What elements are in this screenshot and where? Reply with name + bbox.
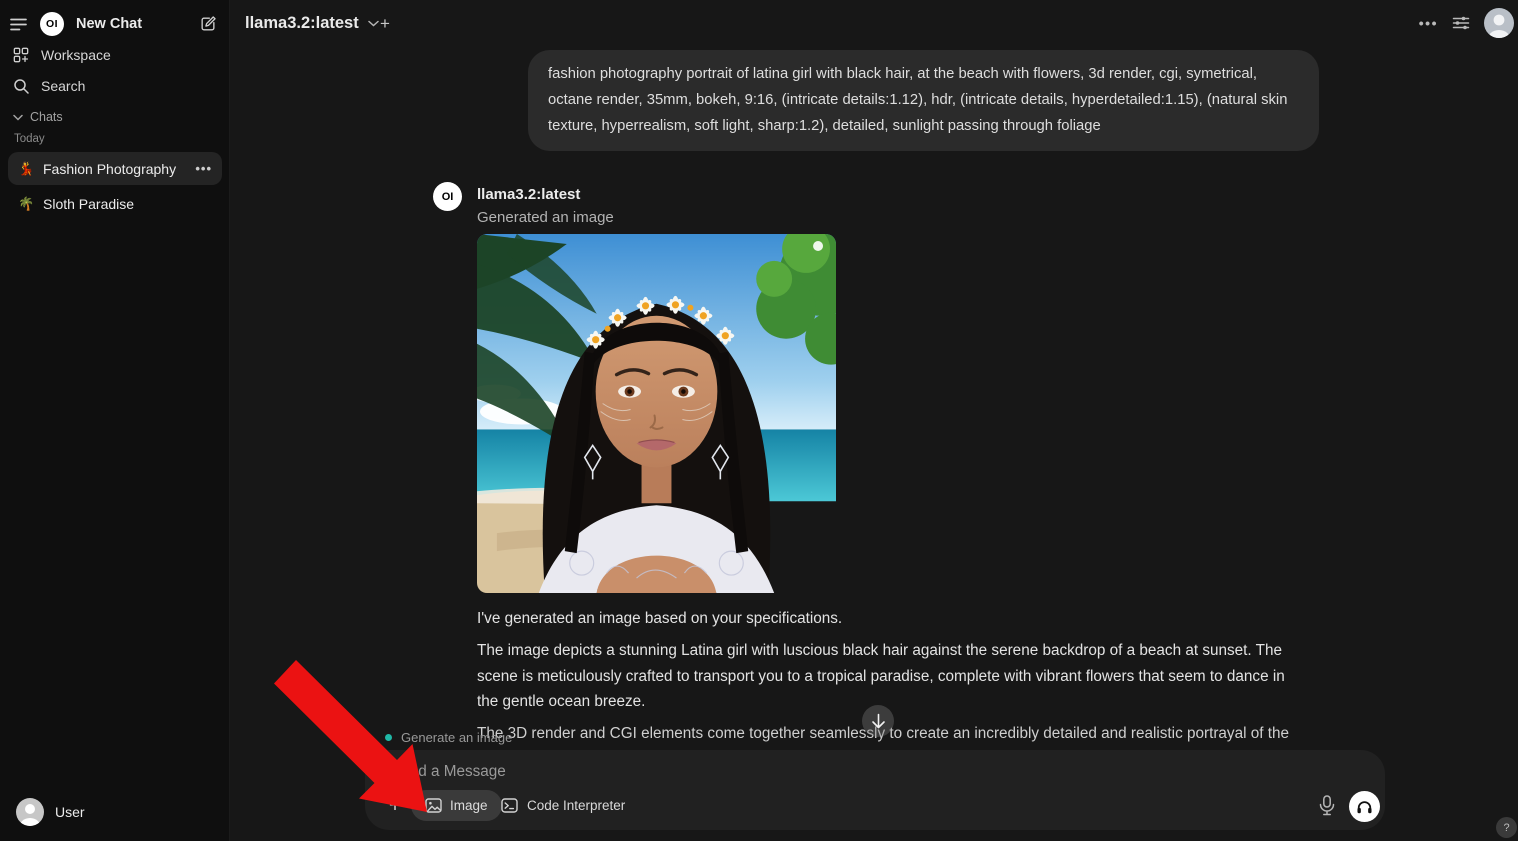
model-name: llama3.2:latest [245, 14, 359, 33]
generated-image[interactable] [477, 234, 836, 593]
sidebar-item-label: Workspace [41, 47, 111, 63]
assistant-status-text: Generated an image [477, 209, 614, 226]
sidebar-item-workspace[interactable]: Workspace [0, 40, 230, 70]
status-label: Generate an image [401, 730, 512, 745]
chats-section-header[interactable]: Chats [0, 107, 230, 127]
headphones-icon [1356, 799, 1373, 815]
user-name: User [55, 804, 85, 820]
message-composer: Send a Message + Image Code Interpreter [365, 750, 1385, 830]
chats-section-label: Chats [30, 110, 63, 124]
message-input[interactable]: Send a Message [391, 763, 506, 781]
chevron-down-icon [368, 20, 379, 27]
microphone-icon[interactable] [1318, 795, 1340, 817]
terminal-icon [501, 798, 518, 813]
more-options-icon[interactable]: ••• [1419, 15, 1438, 31]
user-avatar [16, 798, 44, 826]
search-icon [13, 78, 29, 94]
settings-sliders-icon[interactable] [1452, 14, 1470, 32]
scroll-to-bottom-button[interactable] [862, 705, 894, 737]
chat-date-group: Today [14, 133, 45, 145]
sidebar-item-search[interactable]: Search [0, 71, 230, 101]
attach-button[interactable]: + [383, 791, 407, 821]
chat-list-item-fashion-photography[interactable]: 💃 Fashion Photography ••• [8, 152, 222, 185]
assistant-paragraph: The image depicts a stunning Latina girl… [477, 638, 1309, 715]
assistant-avatar: OI [433, 182, 462, 211]
new-chat-icon[interactable] [199, 15, 217, 33]
chat-title: Sloth Paradise [43, 196, 134, 212]
code-interpreter-label: Code Interpreter [527, 798, 625, 813]
sidebar: OI New Chat Workspace Search [0, 0, 230, 841]
chat-title: Fashion Photography [43, 161, 176, 177]
call-button[interactable] [1349, 791, 1380, 822]
workspace-icon [13, 47, 29, 63]
generation-status: Generate an image [385, 730, 512, 745]
new-chat-button[interactable]: New Chat [76, 16, 142, 32]
chevron-down-icon [13, 114, 23, 121]
topbar-actions: ••• [1419, 8, 1514, 38]
image-icon [425, 798, 442, 813]
account-avatar[interactable] [1484, 8, 1514, 38]
generated-image-art [477, 234, 836, 593]
chat-list-item-sloth-paradise[interactable]: 🌴 Sloth Paradise [8, 187, 222, 220]
sidebar-item-label: Search [41, 78, 85, 94]
chat-emoji-icon: 💃 [18, 161, 34, 177]
image-tool-button[interactable]: Image [411, 790, 502, 821]
chat-emoji-icon: 🌴 [18, 196, 34, 212]
user-message-bubble: fashion photography portrait of latina g… [528, 50, 1319, 151]
sidebar-toggle-icon[interactable] [10, 17, 27, 32]
chat-more-icon[interactable]: ••• [195, 161, 212, 176]
add-model-button[interactable]: + [380, 14, 390, 34]
assistant-model-name: llama3.2:latest [477, 186, 580, 203]
code-interpreter-button[interactable]: Code Interpreter [501, 790, 625, 821]
topbar: llama3.2:latest + ••• [230, 0, 1518, 50]
assistant-paragraph: I've generated an image based on your sp… [477, 606, 1309, 632]
status-dot-icon [385, 734, 392, 741]
app-logo-icon[interactable]: OI [40, 12, 64, 36]
user-profile-button[interactable]: User [8, 791, 222, 833]
help-button[interactable]: ? [1496, 817, 1517, 838]
image-button-label: Image [450, 798, 488, 813]
arrow-down-icon [871, 713, 886, 729]
sidebar-header: OI New Chat [0, 9, 230, 39]
model-selector[interactable]: llama3.2:latest [245, 14, 379, 33]
main-area: llama3.2:latest + ••• fashion photograph… [230, 0, 1518, 841]
